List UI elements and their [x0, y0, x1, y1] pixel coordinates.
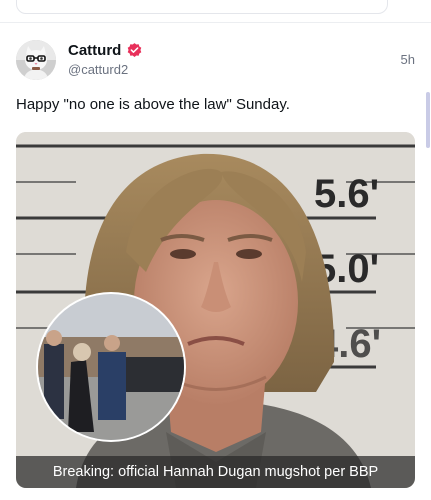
author-display-name[interactable]: Catturd: [68, 42, 121, 59]
author-block[interactable]: Catturd @catturd2: [68, 42, 143, 77]
verified-badge-icon: [128, 43, 142, 57]
media-caption: Breaking: official Hannah Dugan mugshot …: [16, 456, 415, 488]
post-media-image[interactable]: 5.6' 5.0' 4.6' Breaking: official Hannah…: [16, 132, 415, 488]
post-card[interactable]: Catturd @catturd2 5h Happy "no one is ab…: [0, 23, 431, 500]
author-handle[interactable]: @catturd2: [68, 62, 143, 77]
post-text: Happy "no one is above the law" Sunday.: [16, 96, 290, 113]
previous-card-edge: [16, 0, 388, 14]
post-timestamp[interactable]: 5h: [401, 52, 415, 67]
mugshot-photo: 5.6' 5.0' 4.6': [16, 132, 415, 488]
height-mark-1: 5.6': [314, 172, 379, 216]
previous-post-strip: [0, 0, 431, 22]
scrollbar[interactable]: [426, 92, 430, 148]
cat-avatar-icon: [16, 40, 56, 80]
avatar[interactable]: [16, 40, 56, 80]
